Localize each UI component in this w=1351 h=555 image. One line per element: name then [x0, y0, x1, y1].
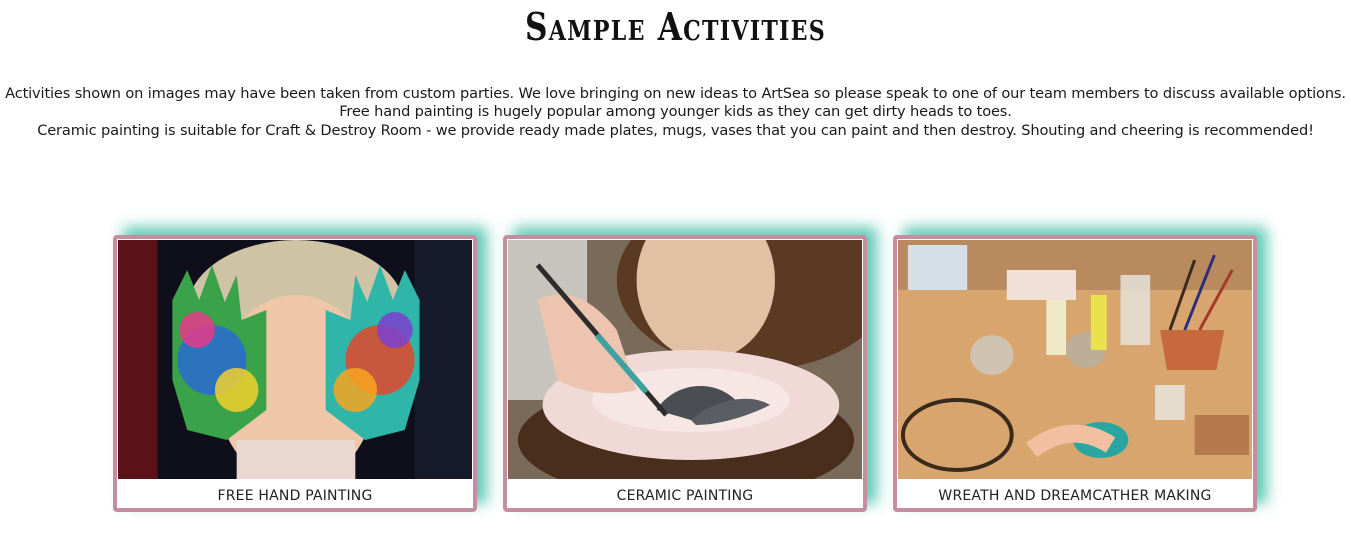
- card-caption: FREE HAND PAINTING: [217, 488, 373, 504]
- ceramic-painting-photo: [508, 240, 862, 479]
- card-caption: CERAMIC PAINTING: [616, 488, 754, 504]
- intro-line: Activities shown on images may have been…: [5, 85, 1346, 102]
- activity-card-ceramic-painting[interactable]: CERAMIC PAINTING: [503, 235, 867, 512]
- activity-card-wreath-dreamcatcher[interactable]: WREATH AND DREAMCATHER MAKING: [893, 235, 1257, 512]
- section-title: Sample Activities: [525, 4, 826, 49]
- card-caption: WREATH AND DREAMCATHER MAKING: [938, 488, 1212, 504]
- intro-text: Activities shown on images may have been…: [0, 85, 1351, 140]
- activity-card-free-hand-painting[interactable]: FREE HAND PAINTING: [113, 235, 477, 512]
- intro-line: Ceramic painting is suitable for Craft &…: [37, 121, 1314, 139]
- free-hand-painting-photo: [118, 240, 472, 479]
- intro-line: Free hand painting is hugely popular amo…: [339, 103, 1012, 121]
- wreath-dreamcatcher-photo: [898, 240, 1252, 479]
